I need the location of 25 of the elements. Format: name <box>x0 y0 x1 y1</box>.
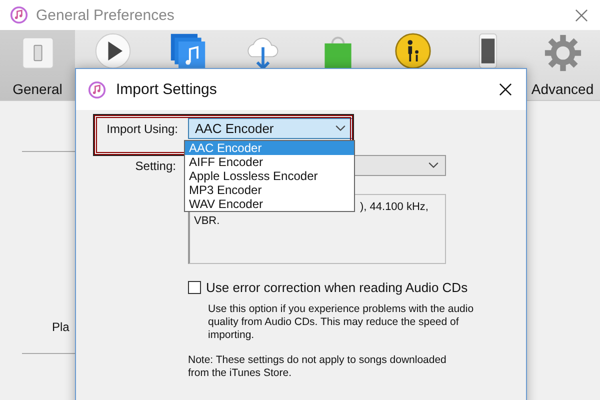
import-using-dropdown[interactable]: AAC Encoder <box>188 118 353 139</box>
note-text: Note: These settings do not apply to songs downloaded from the iTunes Store. <box>188 354 448 380</box>
details-text: ), 44.100 kHz, <box>360 200 430 214</box>
music-note-icon <box>10 6 28 24</box>
parent-child-icon <box>394 32 432 70</box>
toolbar-tab[interactable]: General <box>0 30 75 100</box>
checkbox[interactable] <box>188 281 201 294</box>
window-title: General Preferences <box>36 6 174 24</box>
setting-label: Pla <box>52 320 70 334</box>
dialog-title: Import Settings <box>116 81 217 98</box>
import-using-label: Import Using: <box>106 122 179 136</box>
checkbox-label: Use error correction when reading Audio CDs <box>206 280 468 295</box>
details-text: VBR. <box>194 214 221 228</box>
dropdown-option[interactable]: WAV Encoder <box>185 197 354 211</box>
settings-icon <box>544 34 582 72</box>
dropdown-option[interactable]: Apple Lossless Encoder <box>185 169 354 183</box>
close-icon[interactable] <box>499 83 512 96</box>
chevron-icon <box>335 125 346 132</box>
toolbar-tab[interactable]: Advanced <box>525 30 600 100</box>
dropdown-option[interactable]: MP3 Encoder <box>185 183 354 197</box>
chevron-icon <box>428 162 439 169</box>
dropdown-option[interactable]: AIFF Encoder <box>185 155 354 169</box>
help-text: Use this option if you experience problems with the audio quality from Audio CDs. This may reduce the speed of importing. <box>208 303 475 342</box>
music-note-icon <box>88 80 106 98</box>
setting-label: Setting: <box>134 158 177 172</box>
